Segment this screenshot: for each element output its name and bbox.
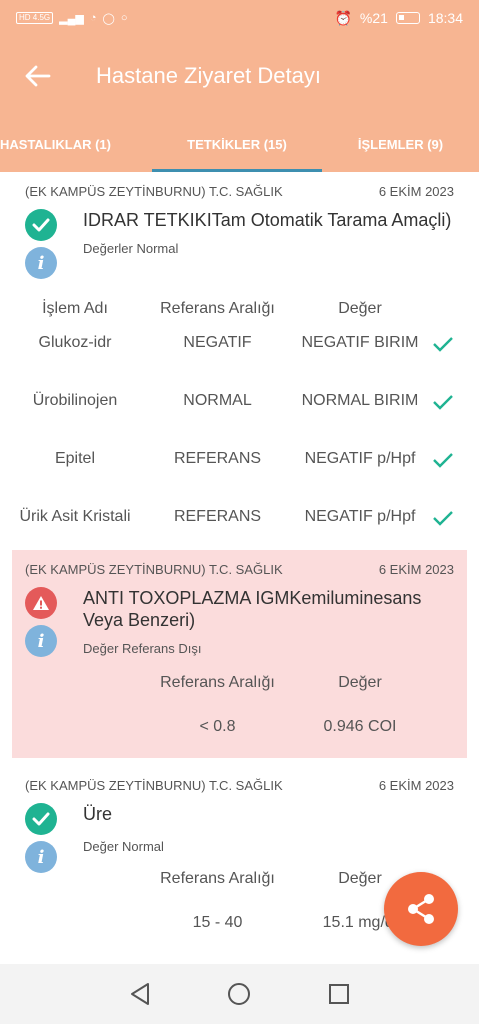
square-recents-icon bbox=[329, 984, 350, 1004]
share-icon bbox=[408, 894, 434, 924]
page-title: Hastane Ziyaret Detayı bbox=[96, 63, 321, 88]
tab-islemler[interactable]: İŞLEMLER (9) bbox=[322, 116, 479, 172]
share-button[interactable] bbox=[384, 872, 458, 946]
row-ref: REFERANS bbox=[173, 450, 262, 467]
whatsapp-icon: ◯ bbox=[102, 12, 115, 25]
test-date: 6 EKİM 2023 bbox=[378, 778, 454, 793]
hospital-name: (EK KAMPÜS ZEYTİNBURNU) T.C. SAĞLIK bbox=[25, 778, 283, 793]
triangle-back-icon bbox=[130, 983, 149, 1005]
clock: 18:34 bbox=[427, 10, 463, 26]
row-name: Epitel bbox=[54, 450, 96, 467]
test-card[interactable]: (EK KAMPÜS ZEYTİNBURNU) T.C. SAĞLIK 6 EK… bbox=[12, 172, 467, 544]
test-card-alert[interactable]: (EK KAMPÜS ZEYTİNBURNU) T.C. SAĞLIK 6 EK… bbox=[12, 550, 467, 758]
column-header: Referans Aralığı bbox=[160, 674, 275, 691]
row-value: NORMAL BIRIM bbox=[301, 392, 419, 409]
test-status: Değer Normal bbox=[83, 839, 164, 854]
alarm-icon: ⏰ bbox=[334, 9, 352, 26]
status-bar: HD 4.5G ▂▄▆ ◔ ◯ ○ ⏰ %21 18:34 bbox=[0, 0, 479, 36]
circle-home-icon bbox=[228, 983, 251, 1005]
sync-icon: ○ bbox=[120, 12, 128, 24]
check-circle-icon bbox=[25, 803, 57, 835]
back-button[interactable] bbox=[8, 46, 68, 106]
row-ref: NORMAL bbox=[183, 392, 252, 409]
row-ref: < 0.8 bbox=[199, 718, 236, 735]
card-header: (EK KAMPÜS ZEYTİNBURNU) T.C. SAĞLIK 6 EK… bbox=[12, 766, 467, 793]
hospital-name: (EK KAMPÜS ZEYTİNBURNU) T.C. SAĞLIK bbox=[25, 562, 283, 577]
row-value: NEGATIF p/Hpf bbox=[304, 508, 416, 525]
row-value: NEGATIF p/Hpf bbox=[304, 450, 416, 467]
hospital-name: (EK KAMPÜS ZEYTİNBURNU) T.C. SAĞLIK bbox=[25, 184, 283, 199]
test-title: ANTI TOXOPLAZMA IGMKemiluminesans Veya B… bbox=[83, 588, 422, 630]
info-icon[interactable]: i bbox=[25, 247, 57, 279]
battery-icon bbox=[395, 12, 420, 24]
test-status: Değer Referans Dışı bbox=[83, 641, 202, 656]
check-circle-icon bbox=[25, 209, 57, 241]
row-name: Glukoz-idr bbox=[38, 334, 112, 351]
test-title: IDRAR TETKIKITam Otomatik Tarama Amaçli) bbox=[83, 210, 452, 230]
wifi-icon: ◔ bbox=[89, 12, 97, 24]
row-ref: NEGATIF bbox=[183, 334, 252, 351]
card-header: (EK KAMPÜS ZEYTİNBURNU) T.C. SAĞLIK 6 EK… bbox=[12, 550, 467, 577]
test-list[interactable]: (EK KAMPÜS ZEYTİNBURNU) T.C. SAĞLIK 6 EK… bbox=[0, 172, 479, 964]
card-header: (EK KAMPÜS ZEYTİNBURNU) T.C. SAĞLIK 6 EK… bbox=[12, 172, 467, 199]
network-indicator: HD 4.5G bbox=[16, 12, 54, 24]
info-icon[interactable]: i bbox=[25, 625, 57, 657]
battery-percent: %21 bbox=[359, 10, 388, 26]
arrow-left-icon bbox=[25, 65, 51, 87]
tab-bar: HASTALIKLAR (1) TETKİKLER (15) İŞLEMLER … bbox=[0, 116, 479, 172]
status-right: ⏰ %21 18:34 bbox=[334, 10, 463, 27]
status-left: HD 4.5G ▂▄▆ ◔ ◯ ○ bbox=[16, 12, 127, 25]
row-name: Ürobilinojen bbox=[32, 392, 118, 409]
column-header: Değer bbox=[338, 300, 382, 317]
check-icon bbox=[433, 395, 453, 410]
warning-icon bbox=[25, 587, 57, 619]
system-nav-bar bbox=[0, 964, 479, 1024]
tab-tetkikler[interactable]: TETKİKLER (15) bbox=[152, 116, 322, 172]
nav-recents-button[interactable] bbox=[319, 974, 359, 1014]
row-name: Ürik Asit Kristali bbox=[19, 508, 131, 525]
column-header: Değer bbox=[338, 674, 382, 691]
info-icon[interactable]: i bbox=[25, 841, 57, 873]
row-value: NEGATIF BIRIM bbox=[301, 334, 419, 351]
column-header: Referans Aralığı bbox=[160, 300, 275, 317]
row-ref: REFERANS bbox=[173, 508, 262, 525]
test-status: Değerler Normal bbox=[83, 241, 179, 256]
column-header: Referans Aralığı bbox=[160, 870, 275, 887]
row-value: 0.946 COI bbox=[323, 718, 397, 735]
nav-back-button[interactable] bbox=[120, 974, 160, 1014]
column-header: İşlem Adı bbox=[42, 300, 108, 317]
nav-home-button[interactable] bbox=[219, 974, 259, 1014]
check-icon bbox=[433, 453, 453, 468]
app-bar: Hastane Ziyaret Detayı bbox=[0, 36, 479, 116]
test-date: 6 EKİM 2023 bbox=[378, 184, 454, 199]
test-date: 6 EKİM 2023 bbox=[378, 562, 454, 577]
signal-icon: ▂▄▆ bbox=[59, 12, 84, 25]
check-icon bbox=[433, 337, 453, 352]
check-icon bbox=[433, 511, 453, 526]
test-title: Üre bbox=[83, 804, 113, 824]
tab-hastaliklar[interactable]: HASTALIKLAR (1) bbox=[0, 116, 152, 172]
row-ref: 15 - 40 bbox=[192, 914, 243, 931]
